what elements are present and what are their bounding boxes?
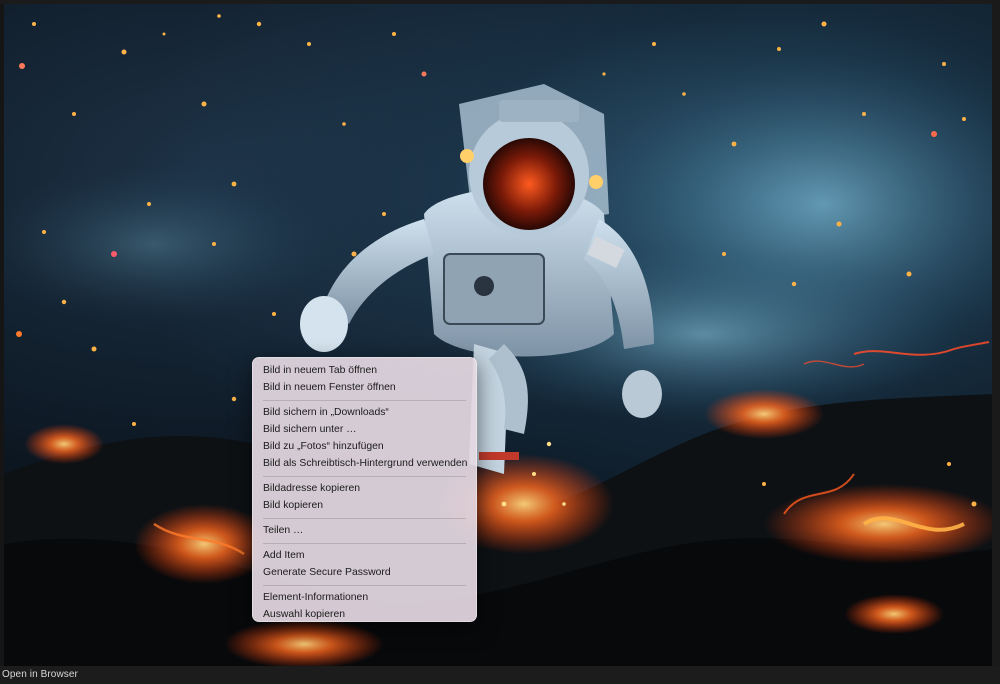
menu-inspect-element[interactable]: Element-Informationen	[253, 589, 476, 606]
menu-separator	[263, 475, 466, 477]
wallpaper-image[interactable]	[4, 4, 992, 666]
open-in-browser-link[interactable]: Open in Browser	[2, 669, 78, 680]
menu-share[interactable]: Teilen …	[253, 522, 476, 539]
screen: Open in Browser Bild in neuem Tab öffnen…	[0, 0, 1000, 684]
menu-open-image-new-window[interactable]: Bild in neuem Fenster öffnen	[253, 379, 476, 396]
window-right-edge	[992, 0, 1000, 684]
menu-save-image-downloads[interactable]: Bild sichern in „Downloads“	[253, 404, 476, 421]
menu-add-image-to-photos[interactable]: Bild zu „Fotos“ hinzufügen	[253, 438, 476, 455]
menu-save-image-as[interactable]: Bild sichern unter …	[253, 421, 476, 438]
context-menu: Bild in neuem Tab öffnen Bild in neuem F…	[252, 357, 477, 622]
menu-open-image-new-tab[interactable]: Bild in neuem Tab öffnen	[253, 362, 476, 379]
astronaut-lava-illustration	[4, 14, 992, 666]
menu-copy-selection[interactable]: Auswahl kopieren	[253, 606, 476, 623]
menu-use-image-as-desktop-background[interactable]: Bild als Schreibtisch-Hintergrund verwen…	[253, 455, 476, 472]
menu-copy-image[interactable]: Bild kopieren	[253, 497, 476, 514]
menu-separator	[263, 542, 466, 544]
bottom-bar	[0, 666, 1000, 684]
menu-generate-secure-password[interactable]: Generate Secure Password	[253, 564, 476, 581]
menu-add-item[interactable]: Add Item	[253, 547, 476, 564]
menu-separator	[263, 517, 466, 519]
menu-separator	[263, 584, 466, 586]
menu-separator	[263, 399, 466, 401]
menu-copy-image-address[interactable]: Bildadresse kopieren	[253, 480, 476, 497]
